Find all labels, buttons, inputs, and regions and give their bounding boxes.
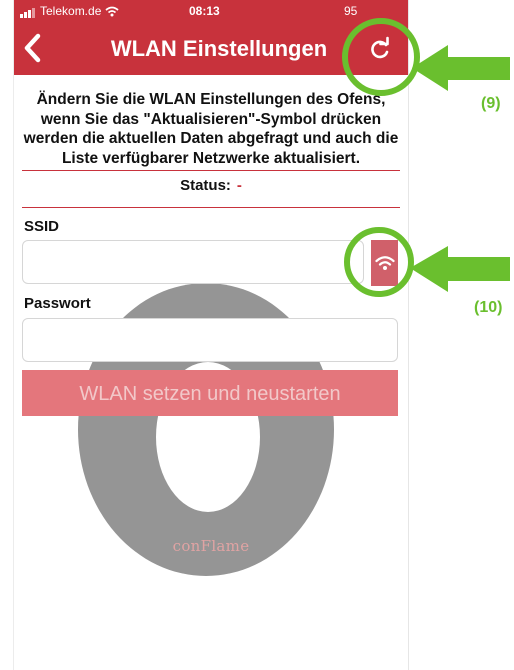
callout-overlay (342, 18, 510, 297)
wifi-callout-circle (344, 227, 414, 297)
wifi-callout-arrow (410, 246, 510, 292)
refresh-callout-arrow (412, 45, 510, 91)
refresh-callout-circle (342, 18, 420, 96)
refresh-callout-label: (9) (481, 95, 501, 112)
wifi-callout-label: (10) (474, 299, 503, 316)
